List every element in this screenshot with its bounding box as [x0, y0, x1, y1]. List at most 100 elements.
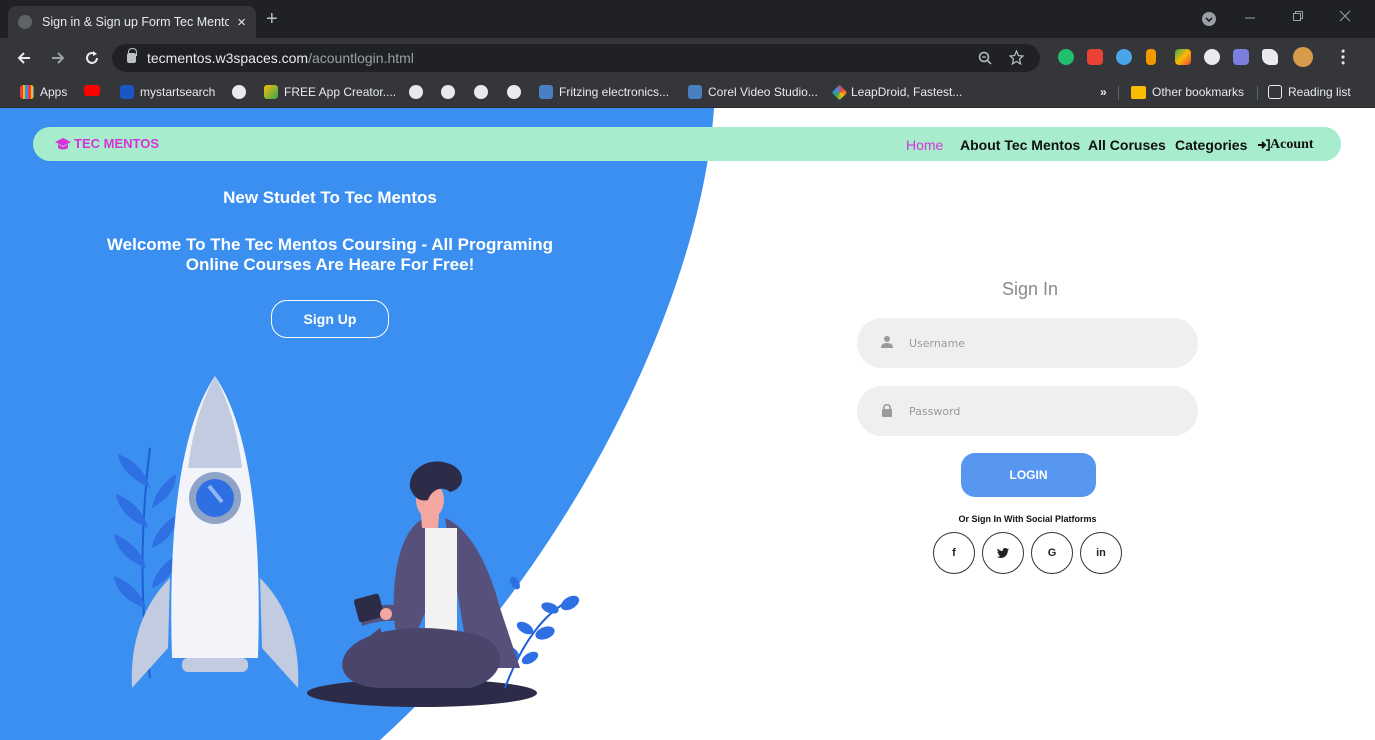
brand-logo[interactable]: TEC MENTOS [55, 136, 159, 151]
bookmark-globe-1[interactable] [232, 85, 252, 99]
bookmark-leapdroid[interactable]: LeapDroid, Fastest... [831, 84, 963, 100]
profile-menu-icon[interactable] [1201, 11, 1217, 27]
code-extension-icon[interactable] [1233, 49, 1249, 65]
minimize-icon[interactable] [1244, 12, 1256, 24]
browser-tab[interactable]: Sign in & Sign up Form Tec Mentos × [8, 6, 256, 38]
reading-list-button[interactable]: Reading list [1268, 85, 1351, 99]
globe-icon [507, 85, 521, 99]
palette-extension-icon[interactable] [1175, 49, 1191, 65]
nav-account[interactable]: Acount [1257, 137, 1314, 153]
color-extension-icon[interactable] [1116, 49, 1132, 65]
facebook-icon: f [952, 547, 956, 559]
login-button[interactable]: LOGIN [961, 453, 1096, 497]
hero-subheading: Welcome To The Tec Mentos Coursing - All… [106, 235, 554, 274]
extensions-puzzle-icon[interactable] [1262, 49, 1278, 65]
web-page: TEC MENTOS Home About Tec Mentos All Cor… [0, 108, 1375, 740]
globe-icon [18, 15, 32, 29]
fritzing-icon [539, 85, 553, 99]
user-icon [881, 336, 893, 348]
mystartsearch-icon [120, 85, 134, 99]
bookmarks-bar: Apps mystartsearch FREE App Creator.... … [0, 78, 1375, 108]
bookmark-fritzing[interactable]: Fritzing electronics... [539, 85, 669, 99]
bookmark-apps[interactable]: Apps [20, 85, 67, 99]
bookmark-globe-2[interactable] [409, 85, 429, 99]
sign-in-title: Sign In [1001, 279, 1059, 299]
bookmark-corel[interactable]: Corel Video Studio... [688, 85, 818, 99]
download-extension-icon[interactable] [1087, 49, 1103, 65]
globe-icon [409, 85, 423, 99]
google-icon: G [1047, 547, 1057, 559]
nav-categories[interactable]: Categories [1175, 137, 1247, 153]
sign-in-icon [1258, 139, 1270, 151]
twitter-button[interactable] [982, 532, 1024, 574]
bookmark-label: Corel Video Studio... [708, 85, 818, 99]
avatar[interactable] [1293, 47, 1313, 67]
bookmark-label: FREE App Creator.... [284, 85, 397, 99]
hero-heading: New Studet To Tec Mentos [223, 188, 437, 207]
username-field[interactable] [857, 318, 1198, 368]
bookmark-divider [1257, 86, 1258, 100]
bookmark-other[interactable]: Other bookmarks [1131, 85, 1244, 99]
site-navbar: TEC MENTOS Home About Tec Mentos All Cor… [33, 127, 1341, 161]
person-illustration [342, 461, 520, 688]
bookmark-mystartsearch[interactable]: mystartsearch [120, 85, 215, 99]
close-tab-icon[interactable]: × [237, 14, 246, 31]
username-input[interactable] [909, 318, 1179, 368]
restore-icon[interactable] [1292, 10, 1304, 22]
new-tab-button[interactable]: + [266, 9, 278, 29]
linkedin-button[interactable]: in [1080, 532, 1122, 574]
nav-about[interactable]: About Tec Mentos [960, 137, 1080, 153]
bookmark-label: Fritzing electronics... [559, 85, 670, 99]
bookmark-globe-5[interactable] [507, 85, 527, 99]
google-button[interactable]: G [1031, 532, 1073, 574]
social-sign-in-text: Or Sign In With Social Platforms [958, 514, 1097, 524]
reload-icon[interactable] [84, 50, 100, 66]
nav-account-label: Acount [1270, 137, 1314, 152]
close-window-icon[interactable] [1339, 10, 1351, 22]
password-input[interactable] [909, 386, 1179, 436]
nav-all-courses[interactable]: All Coruses [1088, 137, 1166, 153]
browser-toolbar: tecmentos.w3spaces.com/acountlogin.html [0, 38, 1375, 78]
facebook-button[interactable]: f [933, 532, 975, 574]
bookmark-label: LeapDroid, Fastest... [851, 85, 963, 99]
bookmark-label: Reading list [1288, 85, 1351, 99]
twitter-icon [997, 548, 1009, 558]
forward-icon[interactable] [50, 50, 66, 66]
zoom-icon[interactable] [978, 51, 992, 65]
globe-icon [441, 85, 455, 99]
browser-tab-bar: Sign in & Sign up Form Tec Mentos × + [0, 0, 1375, 38]
settings-extension-icon[interactable] [1204, 49, 1220, 65]
nav-home[interactable]: Home [906, 137, 943, 153]
globe-icon [474, 85, 488, 99]
back-icon[interactable] [16, 50, 32, 66]
reading-list-icon [1268, 85, 1282, 99]
linkedin-icon: in [1096, 547, 1106, 559]
bookmarks-overflow-button[interactable]: » [1100, 85, 1107, 99]
bookmark-label: mystartsearch [140, 85, 216, 99]
menu-kebab-icon[interactable] [1341, 49, 1357, 65]
bookmark-globe-4[interactable] [474, 85, 494, 99]
plant-illustration [504, 576, 580, 689]
youtube-icon [84, 85, 100, 96]
password-field[interactable] [857, 386, 1198, 436]
lock-icon [882, 403, 892, 417]
bookmark-globe-3[interactable] [441, 85, 461, 99]
apps-grid-icon [20, 85, 34, 99]
star-icon[interactable] [1009, 50, 1024, 65]
globe-icon [232, 85, 246, 99]
bookmark-label: Other bookmarks [1152, 85, 1245, 99]
tab-title: Sign in & Sign up Form Tec Mentos [42, 15, 230, 29]
bookmark-app-creator[interactable]: FREE App Creator.... [264, 85, 396, 99]
bookmark-youtube[interactable] [84, 85, 106, 96]
sign-up-button[interactable]: Sign Up [271, 300, 389, 338]
app-creator-icon [264, 85, 278, 99]
grammarly-extension-icon[interactable] [1058, 49, 1074, 65]
bookmark-label: Apps [40, 85, 68, 99]
lock-icon [127, 48, 137, 63]
brand-name: TEC MENTOS [74, 136, 159, 151]
graduation-cap-icon [55, 137, 71, 149]
folder-icon [1131, 85, 1146, 99]
address-bar[interactable]: tecmentos.w3spaces.com/acountlogin.html [112, 44, 1040, 72]
corel-icon [688, 85, 702, 99]
tab-extension-icon[interactable] [1146, 49, 1156, 65]
